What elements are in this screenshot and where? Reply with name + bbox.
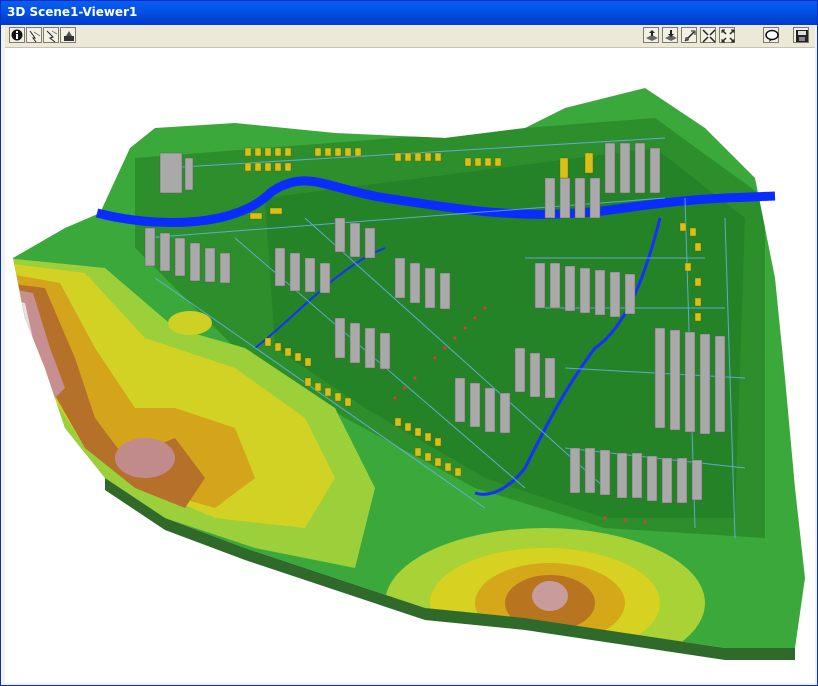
identify-button[interactable] — [9, 27, 25, 43]
viewer-window: 3D Scene1-Viewer1 — [0, 0, 818, 686]
full-extent-icon — [721, 29, 735, 43]
fly-button[interactable] — [43, 27, 59, 43]
3d-scene-viewport[interactable] — [5, 48, 815, 683]
observer-button[interactable] — [60, 27, 76, 43]
title-bar[interactable]: 3D Scene1-Viewer1 — [1, 1, 817, 25]
navigate-icon — [29, 30, 41, 43]
floppy-disk-icon — [796, 30, 808, 42]
zoom-in-button[interactable] — [700, 27, 716, 43]
zoom-to-target-button[interactable] — [681, 27, 697, 43]
terrain-scene — [13, 88, 805, 660]
layer-up-icon — [646, 30, 658, 41]
layer-down-icon — [665, 30, 677, 41]
zoom-in-arrows-icon — [702, 29, 716, 43]
info-icon — [11, 29, 23, 41]
chat-button[interactable] — [763, 27, 779, 43]
save-button[interactable] — [793, 27, 809, 43]
zoom-target-icon — [684, 30, 696, 42]
speech-bubble-icon — [765, 29, 779, 42]
navigate-button[interactable] — [26, 27, 42, 43]
toolbar — [5, 25, 815, 48]
window-title: 3D Scene1-Viewer1 — [7, 5, 138, 19]
full-extent-button[interactable] — [719, 27, 735, 43]
layer-up-button[interactable] — [643, 27, 659, 43]
fly-icon — [46, 30, 58, 43]
observer-icon — [64, 31, 74, 41]
layer-down-button[interactable] — [662, 27, 678, 43]
